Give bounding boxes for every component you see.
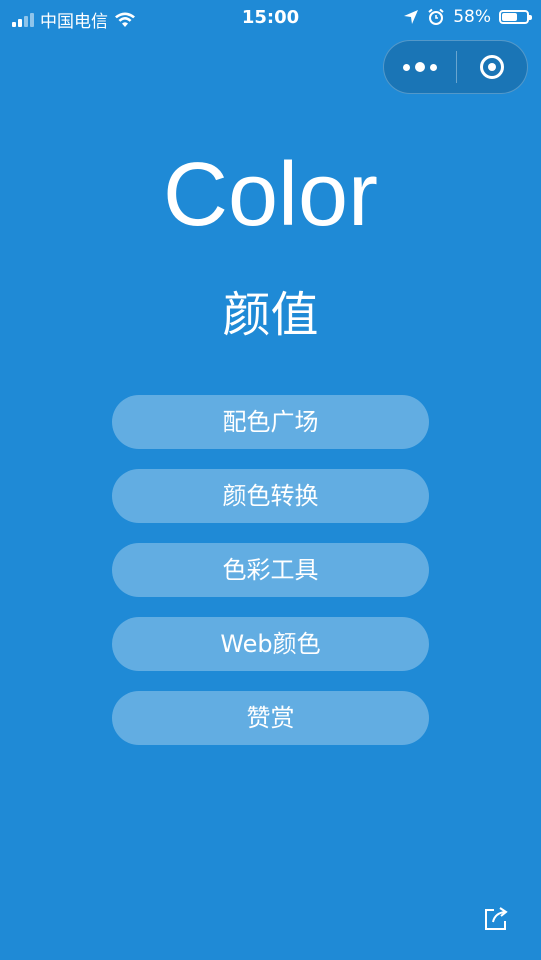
status-right: 58% — [403, 7, 532, 27]
alarm-icon — [428, 8, 444, 25]
main-menu: 配色广场 颜色转换 色彩工具 Web颜色 赞赏 — [112, 395, 429, 765]
app-title-english: Color — [162, 145, 379, 245]
location-arrow-icon — [404, 10, 419, 24]
web-colors-button[interactable]: Web颜色 — [112, 617, 429, 671]
reward-button[interactable]: 赞赏 — [112, 691, 429, 745]
more-dot-center — [415, 62, 425, 72]
app-title-chinese: 颜值 — [222, 287, 319, 343]
more-button[interactable] — [384, 41, 456, 93]
status-bar: 中国电信 15:00 58% — [0, 0, 541, 36]
close-mini-program-button[interactable] — [457, 41, 527, 93]
target-close-icon — [480, 55, 504, 79]
color-convert-button[interactable]: 颜色转换 — [112, 469, 429, 523]
more-dots-icon — [403, 63, 410, 71]
more-dot-right — [430, 63, 437, 71]
battery-fill — [502, 13, 518, 21]
palette-plaza-button[interactable]: 配色广场 — [112, 395, 429, 449]
battery-icon — [499, 10, 532, 24]
share-icon[interactable] — [483, 906, 509, 932]
color-tools-button[interactable]: 色彩工具 — [112, 543, 429, 597]
battery-percent: 58% — [453, 7, 491, 27]
mini-program-capsule — [383, 40, 528, 94]
